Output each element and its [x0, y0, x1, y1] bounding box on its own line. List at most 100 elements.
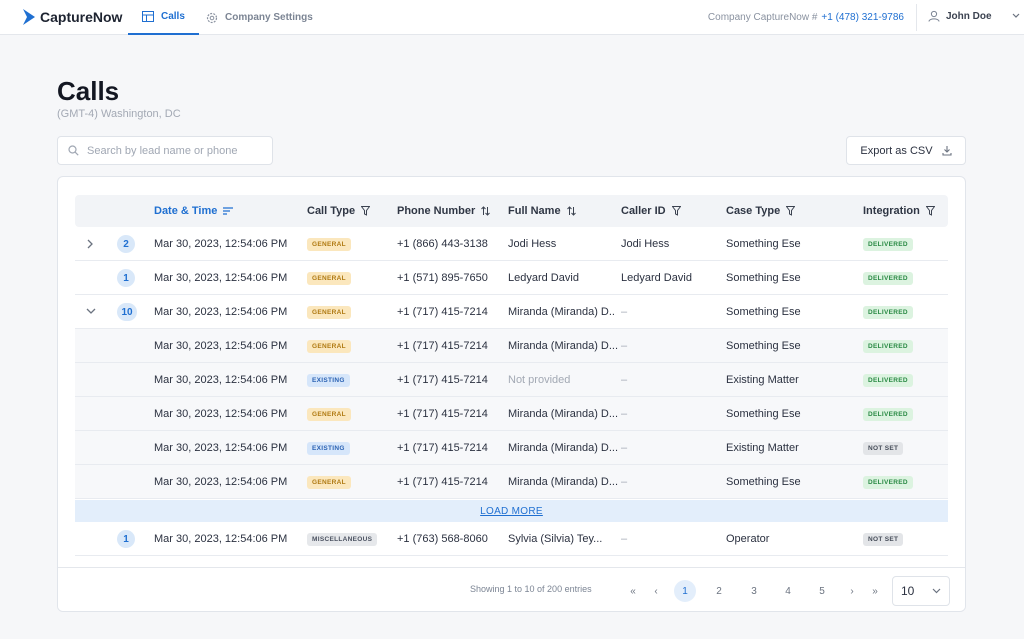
name-cell: Miranda (Miranda) D... [508, 340, 619, 352]
phone-cell: +1 (717) 415-7214 [397, 374, 488, 386]
integration-cell: DELIVERED [863, 295, 913, 329]
pagination-footer: Showing 1 to 10 of 200 entries « ‹ 1 2 3… [58, 567, 965, 611]
call-type-cell: GENERAL [307, 465, 351, 499]
column-label: Caller ID [621, 205, 666, 217]
tab-calls-label: Calls [161, 11, 185, 22]
call-type-badge: GENERAL [307, 475, 351, 489]
load-more-link[interactable]: LOAD MORE [480, 506, 543, 517]
datetime-cell: Mar 30, 2023, 12:54:06 PM [154, 374, 288, 386]
phone-cell: +1 (717) 415-7214 [397, 408, 488, 420]
call-type-cell: GENERAL [307, 295, 351, 329]
integration-cell: DELIVERED [863, 465, 913, 499]
prev-page-button[interactable]: ‹ [645, 580, 667, 602]
page-button-1[interactable]: 1 [674, 580, 696, 602]
logo-arrow-icon [23, 9, 35, 25]
call-type-cell: EXISTING [307, 431, 350, 465]
user-menu[interactable]: John Doe [928, 10, 1020, 22]
app-logo[interactable]: CaptureNow [22, 8, 122, 26]
name-cell: Not provided [508, 374, 571, 386]
entries-summary: Showing 1 to 10 of 200 entries [470, 584, 592, 594]
phone-cell: +1 (717) 415-7214 [397, 340, 488, 352]
caller-id-cell: Jodi Hess [621, 238, 670, 250]
call-type-cell: MISCELLANEOUS [307, 522, 378, 556]
call-count-badge: 1 [117, 269, 135, 287]
datetime-cell: Mar 30, 2023, 12:54:06 PM [154, 306, 288, 318]
column-header-call-type[interactable]: Call Type [307, 195, 371, 227]
tab-company-settings-label: Company Settings [225, 12, 313, 23]
column-header-datetime[interactable]: Date & Time [154, 195, 234, 227]
column-header-case-type[interactable]: Case Type [726, 195, 796, 227]
company-phone-link[interactable]: +1 (478) 321-9786 [821, 12, 904, 23]
column-label: Case Type [726, 205, 781, 217]
child-call-row[interactable]: Mar 30, 2023, 12:54:06 PM EXISTING +1 (717… [75, 363, 948, 397]
timezone-label: (GMT-4) Washington, DC [57, 108, 181, 120]
column-header-integration[interactable]: Integration [863, 195, 935, 227]
tab-calls[interactable]: Calls [128, 0, 199, 35]
table-row[interactable]: 1 Mar 30, 2023, 12:54:06 PM GENERAL +1 (571… [75, 261, 948, 295]
company-phone-info: Company CaptureNow # +1 (478) 321-9786 [708, 12, 904, 23]
caller-id-cell: – [621, 374, 628, 386]
first-page-button[interactable]: « [622, 580, 644, 602]
page-button-4[interactable]: 4 [777, 580, 799, 602]
page-button-5[interactable]: 5 [811, 580, 833, 602]
column-header-phone[interactable]: Phone Number [397, 195, 491, 227]
call-type-badge: EXISTING [307, 373, 350, 387]
caller-id-cell: – [621, 476, 628, 488]
next-page-button[interactable]: › [841, 580, 863, 602]
name-cell: Miranda (Miranda) D... [508, 476, 619, 488]
table-row[interactable]: 2 Mar 30, 2023, 12:54:06 PM GENERAL +1 (866… [75, 227, 948, 261]
expand-toggle[interactable] [86, 295, 96, 329]
expand-toggle[interactable] [86, 227, 96, 261]
last-page-button[interactable]: » [864, 580, 886, 602]
column-label: Date & Time [154, 205, 218, 217]
call-type-cell: GENERAL [307, 397, 351, 431]
page-size-select[interactable]: 10 [892, 576, 950, 606]
call-count-cell: 1 [117, 261, 135, 295]
name-cell: Jodi Hess [508, 238, 557, 250]
caller-id-cell: – [621, 533, 628, 545]
call-type-badge: GENERAL [307, 271, 351, 285]
table-row[interactable]: 1 Mar 30, 2023, 12:54:06 PM MISCELLANEOUS +… [75, 522, 948, 556]
child-call-row[interactable]: Mar 30, 2023, 12:54:06 PM GENERAL +1 (717)… [75, 465, 948, 499]
call-type-badge: MISCELLANEOUS [307, 532, 378, 546]
phone-cell: +1 (717) 415-7214 [397, 442, 488, 454]
datetime-cell: Mar 30, 2023, 12:54:06 PM [154, 476, 288, 488]
column-header-caller-id[interactable]: Caller ID [621, 195, 681, 227]
column-header-full-name[interactable]: Full Name [508, 195, 576, 227]
call-type-badge: EXISTING [307, 441, 350, 455]
call-type-badge: GENERAL [307, 407, 351, 421]
table-header: Date & Time Call Type Phone Number Full … [75, 195, 948, 227]
integration-status-badge: DELIVERED [863, 407, 913, 421]
child-call-row[interactable]: Mar 30, 2023, 12:54:06 PM GENERAL +1 (717)… [75, 329, 948, 363]
table-row[interactable]: 10 Mar 30, 2023, 12:54:06 PM GENERAL +1 (71… [75, 295, 948, 329]
filter-icon [361, 206, 371, 216]
call-count-badge: 1 [117, 530, 135, 548]
case-type-cell: Something Ese [726, 340, 801, 352]
export-csv-button[interactable]: Export as CSV [846, 136, 966, 165]
tab-company-settings[interactable]: Company Settings [192, 0, 327, 35]
filter-icon [786, 206, 796, 216]
name-cell: Sylvia (Silvia) Tey... [508, 533, 603, 545]
chevron-down-icon [932, 588, 941, 594]
phone-cell: +1 (763) 568-8060 [397, 533, 488, 545]
column-label: Full Name [508, 205, 561, 217]
column-label: Integration [863, 205, 920, 217]
integration-cell: NOT SET [863, 522, 904, 556]
datetime-cell: Mar 30, 2023, 12:54:06 PM [154, 340, 288, 352]
search-icon [68, 145, 79, 156]
child-call-row[interactable]: Mar 30, 2023, 12:54:06 PM GENERAL +1 (717)… [75, 397, 948, 431]
search-box[interactable] [57, 136, 273, 165]
name-cell: Miranda (Miranda) D... [508, 442, 619, 454]
integration-status-badge: DELIVERED [863, 237, 913, 251]
page-size-value: 10 [901, 584, 915, 598]
child-call-row[interactable]: Mar 30, 2023, 12:54:06 PM EXISTING +1 (717… [75, 431, 948, 465]
case-type-cell: Something Ese [726, 408, 801, 420]
page-button-3[interactable]: 3 [743, 580, 765, 602]
integration-status-badge: NOT SET [863, 441, 904, 455]
page-button-2[interactable]: 2 [708, 580, 730, 602]
datetime-cell: Mar 30, 2023, 12:54:06 PM [154, 533, 288, 545]
table-icon [142, 11, 154, 22]
search-input[interactable] [87, 144, 257, 157]
integration-status-badge: DELIVERED [863, 339, 913, 353]
download-icon [942, 146, 952, 156]
